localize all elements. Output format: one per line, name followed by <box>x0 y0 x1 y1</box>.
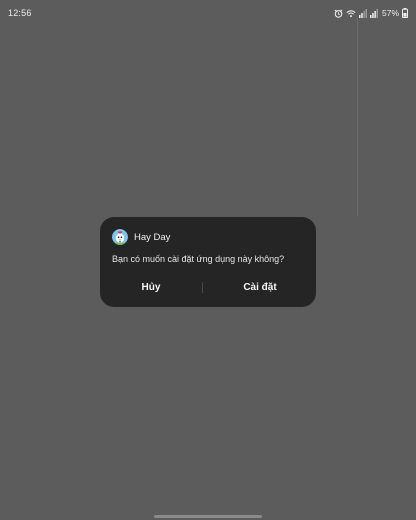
navigation-gesture-handle[interactable] <box>154 515 262 518</box>
install-button[interactable]: Cài đặt <box>204 275 316 301</box>
dialog-message: Bạn có muốn cài đặt ứng dụng này không? <box>112 254 285 264</box>
app-name: Hay Day <box>134 231 171 243</box>
status-time: 12:56 <box>8 8 32 18</box>
status-bar: 12:56 57% <box>0 0 416 26</box>
app-header: Hay Day <box>112 229 170 245</box>
wifi-icon <box>346 9 356 18</box>
alarm-icon <box>334 9 343 18</box>
install-dialog: Hay Day Bạn có muốn cài đặt ứng dụng này… <box>100 217 316 307</box>
battery-icon <box>402 8 408 18</box>
status-icons: 57% <box>334 7 408 19</box>
hay-day-app-icon <box>112 229 128 245</box>
signal-icon <box>358 8 367 18</box>
edge-panel-handle[interactable] <box>357 18 358 216</box>
battery-percent: 57% <box>381 8 399 18</box>
signal-icon <box>369 8 378 18</box>
button-divider <box>202 282 203 293</box>
cancel-button[interactable]: Hủy <box>100 275 202 301</box>
